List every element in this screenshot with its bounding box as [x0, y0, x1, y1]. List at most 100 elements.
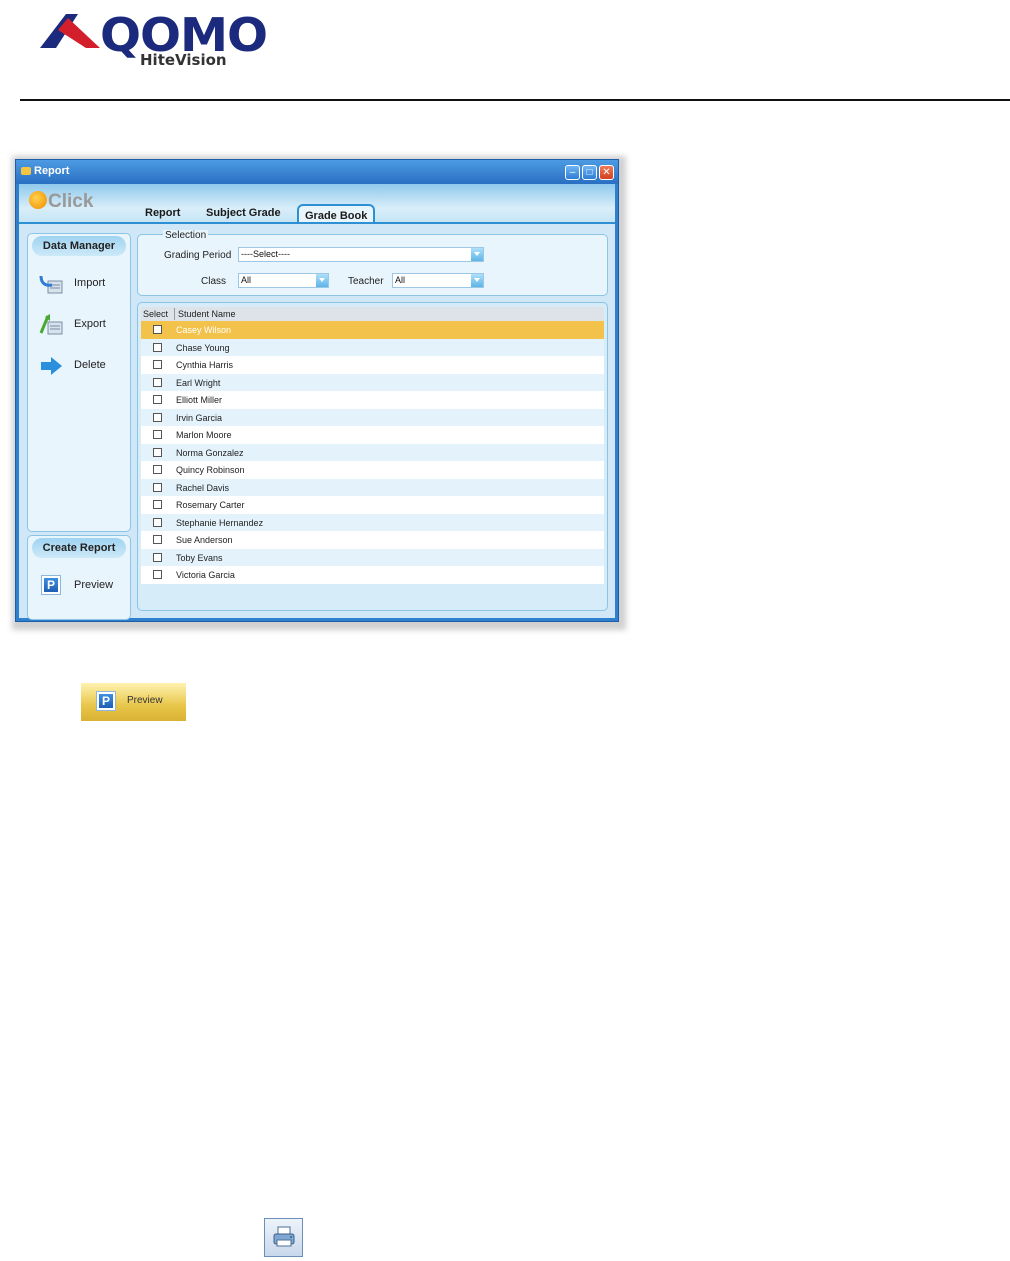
data-manager-panel: Data Manager Import Export Delete — [27, 233, 131, 532]
student-name: Chase Young — [176, 342, 230, 353]
chevron-down-icon[interactable] — [316, 274, 328, 287]
student-name: Stephanie Hernandez — [176, 517, 264, 528]
student-name: Marlon Moore — [176, 430, 232, 440]
row-select-checkbox[interactable] — [153, 570, 162, 579]
data-manager-title: Data Manager — [32, 236, 126, 256]
export-icon — [39, 314, 63, 335]
student-name: Cynthia Harris — [176, 360, 234, 370]
selection-panel: Selection Grading Period ----Select---- … — [137, 230, 608, 296]
logo-subbrand: HiteVision — [140, 51, 227, 69]
import-icon — [39, 275, 63, 294]
preview-icon: P — [97, 692, 115, 710]
table-row[interactable]: Elliott Miller — [141, 391, 604, 409]
tab-report[interactable]: Report — [145, 207, 180, 219]
row-select-checkbox[interactable] — [153, 552, 162, 562]
student-name: Toby Evans — [176, 552, 223, 563]
tab-underline — [19, 222, 615, 224]
student-name: Norma Gonzalez — [176, 447, 244, 458]
window-titlebar[interactable]: Report – □ ✕ — [16, 160, 618, 184]
grading-period-select[interactable]: ----Select---- — [238, 247, 484, 262]
window-header: Click Report Subject Grade Grade Book — [19, 184, 615, 224]
table-row[interactable]: Stephanie Hernandez — [141, 513, 604, 531]
teacher-value: All — [395, 275, 406, 285]
student-name: Earl Wright — [176, 377, 221, 388]
tab-grade-book[interactable]: Grade Book — [297, 204, 376, 224]
row-select-checkbox[interactable] — [153, 465, 162, 474]
table-row[interactable]: Rosemary Carter — [141, 496, 604, 514]
preview-label: Preview — [74, 579, 114, 591]
column-header-student-name[interactable]: Student Name — [178, 309, 236, 319]
row-select-checkbox[interactable] — [153, 395, 162, 404]
header-rule — [20, 99, 1010, 101]
export-label: Export — [74, 318, 106, 330]
grading-period-value: ----Select---- — [241, 249, 290, 259]
class-label: Class — [201, 276, 227, 287]
delete-label: Delete — [74, 359, 106, 371]
preview-button-callout[interactable]: P Preview — [81, 683, 186, 721]
printer-icon — [273, 1226, 295, 1247]
qomo-logo: QOMO HiteVision — [38, 8, 270, 72]
table-row[interactable]: Chase Young — [141, 338, 604, 356]
table-row[interactable]: Toby Evans — [141, 548, 604, 566]
preview-callout-label: Preview — [127, 695, 163, 706]
student-name: Victoria Garcia — [176, 570, 235, 580]
row-select-checkbox[interactable] — [153, 342, 162, 352]
table-row[interactable]: Norma Gonzalez — [141, 443, 604, 461]
table-row[interactable]: Quincy Robinson — [141, 461, 604, 479]
student-name: Elliott Miller — [176, 395, 223, 405]
grid-header: Select Student Name — [141, 307, 604, 321]
create-report-title: Create Report — [32, 538, 126, 558]
qomo-logo-mark-icon — [40, 14, 100, 48]
row-select-checkbox[interactable] — [153, 377, 162, 387]
row-select-checkbox[interactable] — [153, 360, 162, 369]
row-select-checkbox[interactable] — [153, 500, 162, 509]
grading-period-label: Grading Period — [164, 250, 232, 261]
print-button[interactable] — [264, 1218, 303, 1257]
column-divider — [174, 308, 175, 320]
qclick-logo-icon — [29, 191, 47, 209]
window-client: Click Report Subject Grade Grade Book Da… — [19, 184, 615, 620]
teacher-label: Teacher — [348, 276, 384, 287]
row-select-checkbox[interactable] — [153, 517, 162, 527]
student-name: Casey Wilson — [176, 325, 232, 335]
chevron-down-icon[interactable] — [471, 248, 483, 261]
preview-icon: P — [42, 576, 60, 594]
table-row[interactable]: Marlon Moore — [141, 426, 604, 444]
report-window: Report – □ ✕ Click Report Subject Grade … — [15, 159, 619, 622]
student-name: Irvin Garcia — [176, 412, 223, 423]
selection-legend: Selection — [163, 230, 209, 241]
table-row[interactable]: Casey Wilson — [141, 321, 604, 339]
table-row[interactable]: Victoria Garcia — [141, 566, 604, 584]
app-icon — [21, 167, 31, 175]
student-name: Quincy Robinson — [176, 465, 245, 475]
import-label: Import — [74, 277, 106, 289]
student-grid: Select Student Name Casey Wilson Chase Yo… — [137, 302, 608, 611]
app-brand-label: Click — [48, 191, 94, 212]
row-select-checkbox[interactable] — [153, 430, 162, 439]
teacher-select[interactable]: All — [392, 273, 484, 288]
table-row[interactable]: Cynthia Harris — [141, 356, 604, 374]
row-select-checkbox[interactable] — [153, 447, 162, 457]
column-header-select[interactable]: Select — [143, 309, 168, 319]
class-value: All — [241, 275, 252, 285]
student-name: Rachel Davis — [176, 482, 230, 493]
create-report-panel: Create Report P Preview — [27, 535, 131, 620]
tab-subject-grade[interactable]: Subject Grade — [206, 207, 281, 219]
app-brand: Click — [29, 191, 93, 213]
chevron-down-icon[interactable] — [471, 274, 483, 287]
class-select[interactable]: All — [238, 273, 329, 288]
table-row[interactable]: Irvin Garcia — [141, 408, 604, 426]
row-select-checkbox[interactable] — [153, 482, 162, 492]
table-row[interactable]: Sue Anderson — [141, 531, 604, 549]
table-row[interactable]: Earl Wright — [141, 373, 604, 391]
table-row[interactable]: Rachel Davis — [141, 478, 604, 496]
student-name: Rosemary Carter — [176, 500, 245, 510]
window-title: Report — [34, 165, 70, 177]
maximize-button[interactable]: □ — [582, 165, 597, 180]
student-name: Sue Anderson — [176, 535, 233, 545]
row-select-checkbox[interactable] — [153, 535, 162, 544]
row-select-checkbox[interactable] — [153, 412, 162, 422]
minimize-button[interactable]: – — [565, 165, 580, 180]
row-select-checkbox[interactable] — [153, 325, 162, 334]
close-button[interactable]: ✕ — [599, 165, 614, 180]
